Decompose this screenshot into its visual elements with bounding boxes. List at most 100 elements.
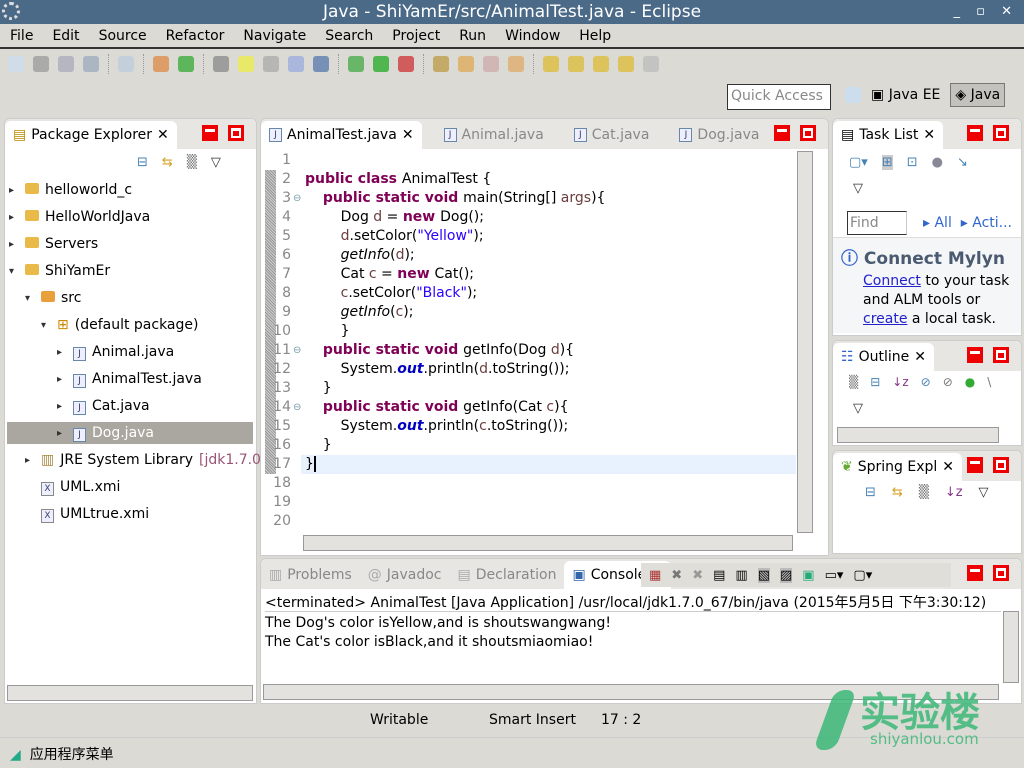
maximize-button[interactable] [993, 347, 1009, 363]
toolbar-button-icon[interactable] [643, 56, 659, 72]
toolbar-button-icon[interactable] [33, 56, 49, 72]
horizontal-scrollbar[interactable] [837, 427, 999, 443]
view-menu-icon[interactable]: ▽ [211, 155, 221, 170]
menu-help[interactable]: Help [579, 28, 611, 44]
close-icon[interactable]: ✕ [157, 127, 169, 143]
collapsed-arrow-icon[interactable]: ▸ [25, 455, 35, 466]
console-output[interactable]: The Dog's color isYellow,and is shoutswa… [265, 611, 1001, 683]
tab-javadoc[interactable]: @ Javadoc [360, 561, 450, 589]
hide-nonpublic-icon[interactable]: ● [965, 375, 975, 389]
toolbar-button-icon[interactable] [213, 56, 229, 72]
tab-animal-java[interactable]: J Animal.java [436, 121, 552, 149]
maximize-button[interactable] [993, 457, 1009, 473]
minimize-button[interactable] [774, 125, 790, 141]
menu-file[interactable]: File [10, 28, 33, 44]
menu-window[interactable]: Window [505, 28, 560, 44]
tree-item[interactable]: ▸ ▥ JRE System Library [jdk1.7.0_67] [25, 449, 291, 471]
toolbar-button-icon[interactable] [8, 56, 24, 72]
tree-item[interactable]: ▸ J Cat.java [57, 395, 150, 417]
tab-cat-java[interactable]: J Cat.java [566, 121, 658, 149]
toolbar-button-icon[interactable] [618, 56, 634, 72]
scheduled-icon[interactable]: ⊡ [907, 155, 918, 170]
collapsed-arrow-icon[interactable]: ▸ [57, 428, 67, 439]
tree-item[interactable]: X UML.xmi [25, 476, 120, 498]
link-editor-icon[interactable]: ⇆ [162, 155, 173, 170]
tree-item[interactable]: ▾ src [25, 287, 81, 309]
tree-item[interactable]: ▾ ShiYamEr [9, 260, 110, 282]
categorized-icon[interactable]: ⊞ [881, 155, 893, 170]
filter-all-link[interactable]: ▸ All [923, 215, 952, 231]
maximize-button[interactable] [228, 125, 244, 141]
create-link[interactable]: create [863, 311, 907, 327]
close-icon[interactable]: ✕ [942, 459, 954, 475]
display-console-icon[interactable]: ▭▾ [825, 568, 844, 583]
perspective-java-ee[interactable]: ▣ Java EE [867, 84, 944, 106]
toolbar-button-icon[interactable] [118, 56, 134, 72]
view-menu-icon[interactable]: ▽ [853, 181, 863, 196]
clear-console-icon[interactable]: ▤ [713, 568, 725, 583]
collapsed-arrow-icon[interactable]: ▸ [9, 212, 19, 223]
app-menu-button[interactable]: ◢ 应用程序菜单 [10, 747, 114, 763]
vertical-scrollbar[interactable] [1003, 611, 1019, 683]
remove-all-icon[interactable]: ✖ [692, 568, 703, 583]
filter-icon[interactable]: ▒ [849, 375, 858, 389]
terminate-icon[interactable]: ▦ [649, 568, 661, 583]
hide-static-icon[interactable]: ⊘ [943, 375, 953, 389]
perspective-java[interactable]: ◈ Java [950, 83, 1006, 107]
pin-console-icon[interactable]: ▣ [802, 568, 814, 583]
tab-problems[interactable]: ▥ Problems [261, 561, 360, 589]
minimize-button[interactable] [967, 565, 983, 581]
tab-declaration[interactable]: ▤ Declaration [450, 561, 565, 589]
tree-item[interactable]: ▸ helloworld_c [9, 179, 132, 201]
minimize-button[interactable] [967, 125, 983, 141]
toolbar-button-icon[interactable] [398, 56, 414, 72]
new-task-icon[interactable]: ▢▾ [849, 155, 868, 170]
minimize-button[interactable] [967, 457, 983, 473]
toolbar-button-icon[interactable] [508, 56, 524, 72]
menu-source[interactable]: Source [99, 28, 147, 44]
hide-fields-icon[interactable]: ⊘ [921, 375, 931, 389]
tab-outline[interactable]: ☷ Outline ✕ [833, 343, 934, 371]
tree-item[interactable]: ▸ J AnimalTest.java [57, 368, 202, 390]
tab-animaltest-java[interactable]: J AnimalTest.java ✕ [261, 121, 422, 149]
filter-active-link[interactable]: ▸ Acti... [961, 215, 1012, 231]
tab-task-list[interactable]: ▤ Task List ✕ [833, 121, 944, 149]
toolbar-button-icon[interactable] [373, 56, 389, 72]
expanded-arrow-icon[interactable]: ▾ [41, 320, 51, 331]
horizontal-scrollbar[interactable] [7, 685, 253, 701]
toolbar-button-icon[interactable] [58, 56, 74, 72]
eclipse-logo-icon[interactable] [2, 2, 20, 20]
minimize-button[interactable] [202, 125, 218, 141]
tab-dog-java[interactable]: J Dog.java [671, 121, 767, 149]
toolbar-button-icon[interactable] [238, 56, 254, 72]
menu-run[interactable]: Run [459, 28, 486, 44]
expanded-arrow-icon[interactable]: ▾ [25, 293, 35, 304]
toolbar-button-icon[interactable] [263, 56, 279, 72]
toolbar-button-icon[interactable] [568, 56, 584, 72]
window-controls[interactable]: _ ▫ ✕ [954, 0, 1018, 24]
toolbar-button-icon[interactable] [348, 56, 364, 72]
open-perspective-icon[interactable] [845, 87, 861, 103]
tab-package-explorer[interactable]: ▤ Package Explorer ✕ [5, 121, 177, 149]
link-editor-icon[interactable]: ⇆ [892, 485, 903, 500]
maximize-button[interactable] [993, 125, 1009, 141]
minimize-button[interactable] [967, 347, 983, 363]
filter-icon[interactable]: ▒ [919, 485, 929, 500]
tree-item[interactable]: X UMLtrue.xmi [25, 503, 149, 525]
toolbar-button-icon[interactable] [593, 56, 609, 72]
fold-toggle-icon[interactable]: ⊖ [293, 189, 301, 208]
quick-access-input[interactable]: Quick Access [727, 84, 831, 110]
menu-project[interactable]: Project [392, 28, 440, 44]
hide-local-icon[interactable]: \ [987, 375, 991, 389]
view-menu-icon[interactable]: ▽ [853, 401, 863, 416]
collapsed-arrow-icon[interactable]: ▸ [9, 185, 19, 196]
close-icon[interactable]: ✕ [914, 349, 926, 365]
show-stderr-icon[interactable]: ▨ [780, 567, 793, 583]
collapsed-arrow-icon[interactable]: ▸ [57, 347, 67, 358]
remove-launch-icon[interactable]: ✖ [671, 568, 682, 583]
toolbar-button-icon[interactable] [458, 56, 474, 72]
close-icon[interactable]: ✕ [923, 127, 935, 143]
toolbar-button-icon[interactable] [288, 56, 304, 72]
toolbar-button-icon[interactable] [433, 56, 449, 72]
menu-refactor[interactable]: Refactor [166, 28, 225, 44]
